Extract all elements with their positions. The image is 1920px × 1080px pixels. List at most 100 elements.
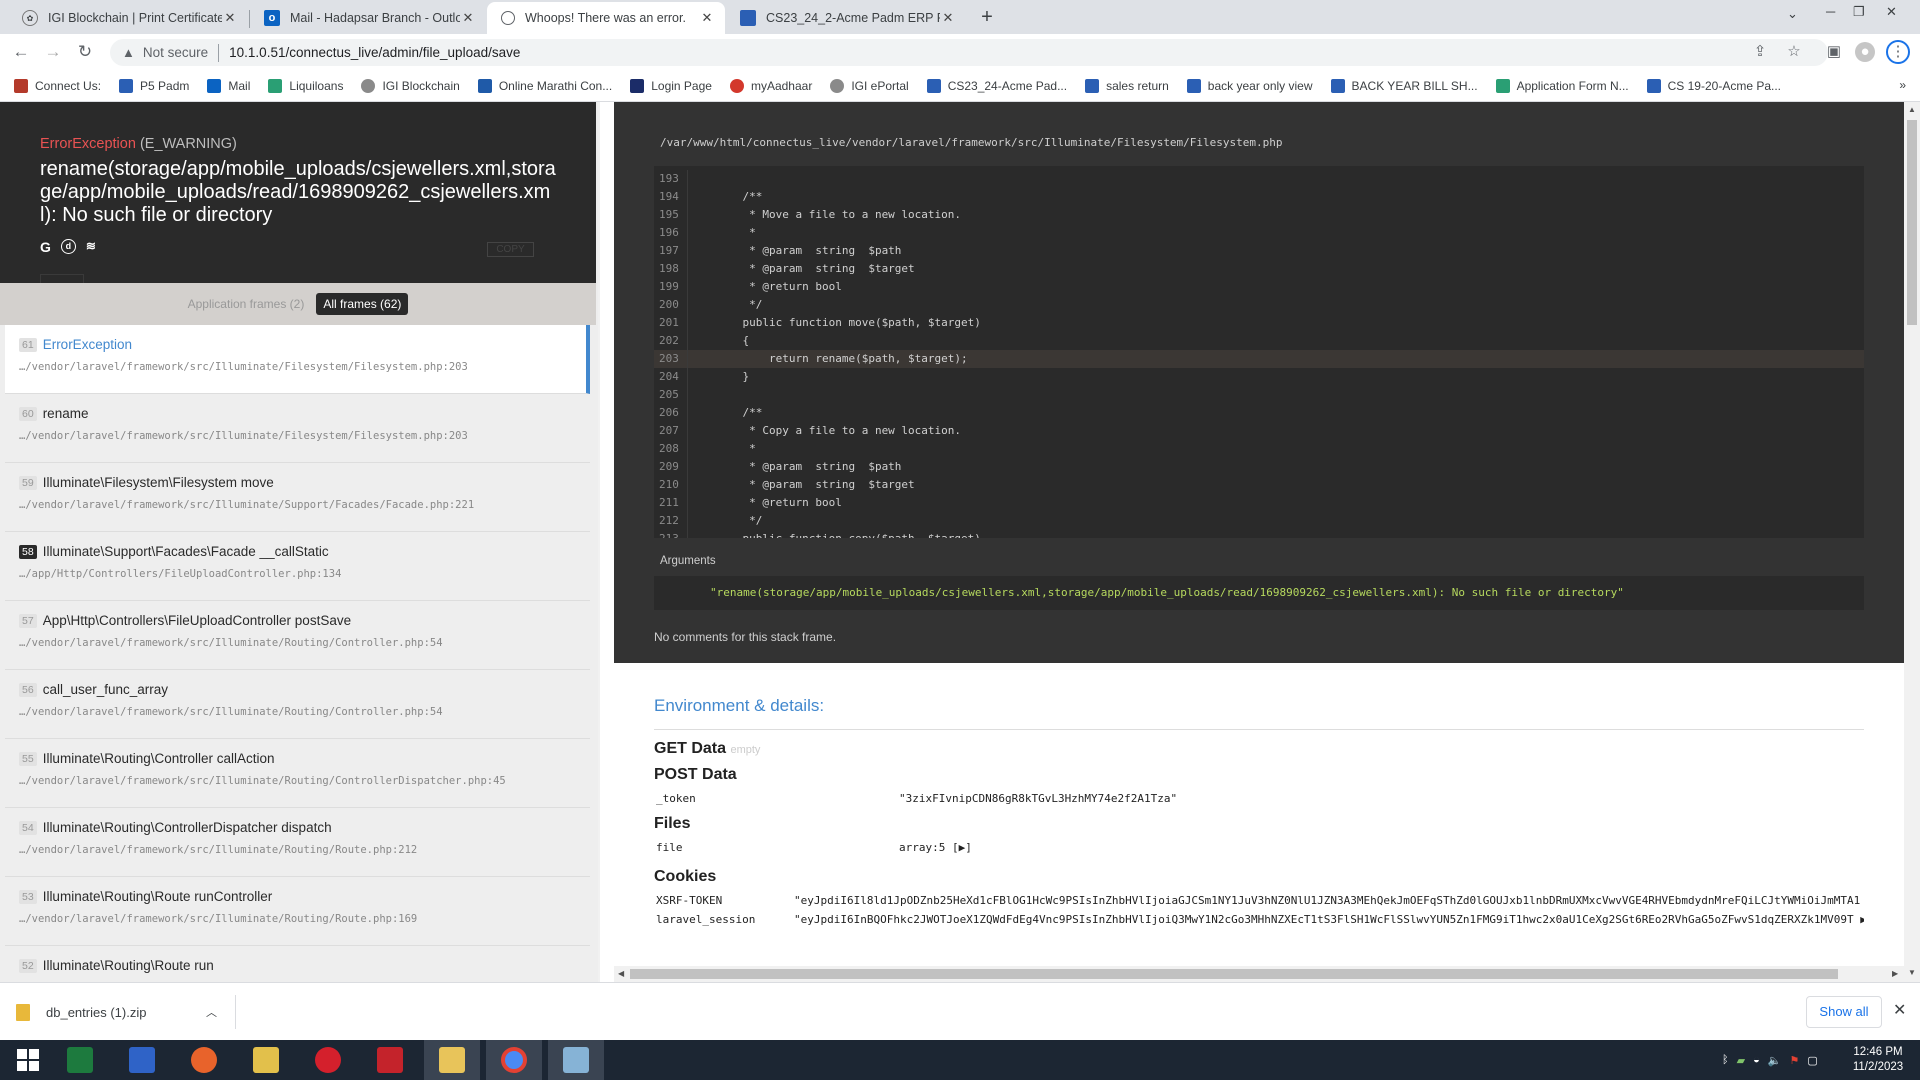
bookmark-item[interactable]: IGI ePortal: [830, 78, 909, 93]
close-tab-icon[interactable]: ✕: [699, 10, 715, 26]
line-text: [688, 170, 716, 188]
tab-acme-padm[interactable]: CS23_24_2-Acme Padm ERP Platform ✕: [726, 2, 966, 34]
bookmark-star-icon[interactable]: ☆: [1784, 42, 1804, 62]
bookmark-item[interactable]: CS23_24-Acme Pad...: [926, 78, 1067, 93]
line-text: * @return bool: [716, 280, 842, 293]
new-tab-button[interactable]: +: [976, 6, 998, 28]
all-frames-tab[interactable]: All frames (62): [316, 293, 409, 315]
network-icon[interactable]: ▰: [1737, 1054, 1745, 1067]
windows-start-icon[interactable]: [0, 1040, 56, 1080]
menu-kebab-icon[interactable]: ⋮: [1886, 40, 1910, 64]
download-bar: db_entries (1).zip ︿ Show all ✕: [0, 982, 1920, 1040]
minimize-icon[interactable]: ─: [1826, 4, 1835, 19]
excel-icon[interactable]: [52, 1040, 108, 1080]
address-bar[interactable]: ▲ Not secure 10.1.0.51/connectus_live/ad…: [110, 39, 1828, 66]
bookmark-item[interactable]: Liquiloans: [268, 78, 343, 93]
side-panel-icon[interactable]: ▣: [1824, 42, 1844, 62]
bookmark-item[interactable]: IGI Blockchain: [361, 78, 460, 93]
acrobat-icon[interactable]: [362, 1040, 418, 1080]
show-all-button[interactable]: Show all: [1806, 996, 1882, 1028]
frames-scrollbar[interactable]: ▲ ▼: [598, 102, 600, 982]
frame-item[interactable]: 59 Illuminate\Filesystem\Filesystem move …: [5, 463, 590, 532]
profile-avatar-icon[interactable]: ●: [1855, 42, 1875, 62]
wifi-icon[interactable]: ◒: [1753, 1054, 1760, 1066]
bookmark-item[interactable]: Connect Us:: [14, 78, 101, 93]
bookmark-item[interactable]: sales return: [1085, 78, 1169, 93]
line-number: 209: [654, 458, 688, 476]
tab-igi-blockchain[interactable]: ✿ IGI Blockchain | Print Certificate ✕: [8, 2, 248, 34]
line-number: 206: [654, 404, 688, 422]
frame-item[interactable]: 53 Illuminate\Routing\Route runController…: [5, 877, 590, 946]
expand-array[interactable]: array:5 [▶]: [899, 841, 972, 854]
reload-icon[interactable]: ↻: [73, 40, 97, 64]
hide-button[interactable]: [40, 274, 84, 283]
application-frames-tab[interactable]: Application frames (2): [188, 297, 305, 311]
bookmark-icon: [630, 78, 645, 93]
taskbar-clock[interactable]: 12:46 PM 11/2/2023: [1846, 1045, 1910, 1075]
line-number: 195: [654, 206, 688, 224]
stackoverflow-icon[interactable]: ≋: [86, 239, 96, 255]
code-line: 200 */: [654, 296, 1864, 314]
chrome-icon[interactable]: [486, 1040, 542, 1080]
bookmark-item[interactable]: Application Form N...: [1495, 78, 1629, 93]
bookmark-item[interactable]: CS 19-20-Acme Pa...: [1646, 78, 1781, 93]
bookmark-item[interactable]: back year only view: [1186, 78, 1313, 93]
close-tab-icon[interactable]: ✕: [940, 10, 956, 26]
volume-icon[interactable]: 🔈: [1768, 1054, 1782, 1067]
share-icon[interactable]: ⇪: [1750, 42, 1770, 62]
firefox-icon[interactable]: [176, 1040, 232, 1080]
bookmark-icon: [207, 78, 222, 93]
close-tab-icon[interactable]: ✕: [222, 10, 238, 26]
close-window-icon[interactable]: ✕: [1886, 4, 1897, 20]
bookmark-item[interactable]: Online Marathi Con...: [477, 78, 612, 93]
frame-item[interactable]: 61 ErrorException …/vendor/laravel/framew…: [5, 325, 590, 394]
bookmark-item[interactable]: P5 Padm: [119, 78, 189, 93]
url-text[interactable]: 10.1.0.51/connectus_live/admin/file_uplo…: [229, 45, 520, 60]
close-download-bar-icon[interactable]: ✕: [1893, 1000, 1906, 1020]
windows-taskbar: ᛒ ▰ ◒ 🔈 ⚑ ▢ 12:46 PM 11/2/2023: [0, 1040, 1920, 1080]
frame-item[interactable]: 52 Illuminate\Routing\Route run: [5, 946, 590, 982]
frame-item[interactable]: 54 Illuminate\Routing\ControllerDispatche…: [5, 808, 590, 877]
frame-item[interactable]: 57 App\Http\Controllers\FileUploadControl…: [5, 601, 590, 670]
forward-arrow-icon[interactable]: →: [41, 40, 65, 64]
opera-icon[interactable]: [300, 1040, 356, 1080]
tab-search-icon[interactable]: ⌄: [1787, 6, 1798, 22]
code-line: 208 *: [654, 440, 1864, 458]
bookmarks-overflow-icon[interactable]: »: [1899, 78, 1906, 92]
frame-item[interactable]: 58 Illuminate\Support\Facades\Facade __ca…: [5, 532, 590, 601]
notepad-icon[interactable]: [548, 1040, 604, 1080]
copy-button[interactable]: COPY: [487, 242, 534, 257]
frame-item[interactable]: 60 rename …/vendor/laravel/framework/src/…: [5, 394, 590, 463]
frame-item[interactable]: 56 call_user_func_array …/vendor/laravel/…: [5, 670, 590, 739]
google-icon[interactable]: G: [40, 239, 51, 255]
notifications-icon[interactable]: ▢: [1807, 1054, 1817, 1067]
horizontal-scrollbar[interactable]: ◀ ▶: [614, 966, 1904, 982]
bookmark-item[interactable]: Login Page: [630, 78, 712, 93]
bluetooth-icon[interactable]: ᛒ: [1722, 1054, 1729, 1066]
folder-icon[interactable]: [424, 1040, 480, 1080]
line-number: 202: [654, 332, 688, 350]
bookmark-icon: [729, 78, 744, 93]
duckduckgo-icon[interactable]: d: [60, 239, 76, 254]
zoom-icon[interactable]: [114, 1040, 170, 1080]
explorer-icon[interactable]: [238, 1040, 294, 1080]
igi-icon: ✿: [22, 10, 38, 26]
bookmark-item[interactable]: myAadhaar: [729, 78, 812, 93]
line-number: 204: [654, 368, 688, 386]
tab-outlook-mail[interactable]: o Mail - Hadapsar Branch - Outlook ✕: [250, 2, 486, 34]
frame-item[interactable]: 55 Illuminate\Routing\Controller callActi…: [5, 739, 590, 808]
download-item[interactable]: db_entries (1).zip ︿: [16, 995, 236, 1029]
security-label: Not secure: [142, 45, 209, 60]
close-tab-icon[interactable]: ✕: [460, 10, 476, 26]
chevron-up-icon[interactable]: ︿: [206, 1004, 217, 1020]
back-arrow-icon[interactable]: ←: [9, 40, 33, 64]
bookmark-item[interactable]: Mail: [207, 78, 250, 93]
page-scrollbar[interactable]: ▲ ▼: [1904, 102, 1920, 982]
bookmark-icon: [830, 78, 845, 93]
bookmark-item[interactable]: BACK YEAR BILL SH...: [1330, 78, 1478, 93]
tab-whoops-error[interactable]: Whoops! There was an error. ✕: [487, 2, 725, 34]
code-line: 194 /**: [654, 188, 1864, 206]
frames-list: 61 ErrorException …/vendor/laravel/framew…: [5, 325, 590, 982]
flag-icon[interactable]: ⚑: [1789, 1054, 1799, 1067]
restore-icon[interactable]: ❐: [1853, 4, 1865, 20]
